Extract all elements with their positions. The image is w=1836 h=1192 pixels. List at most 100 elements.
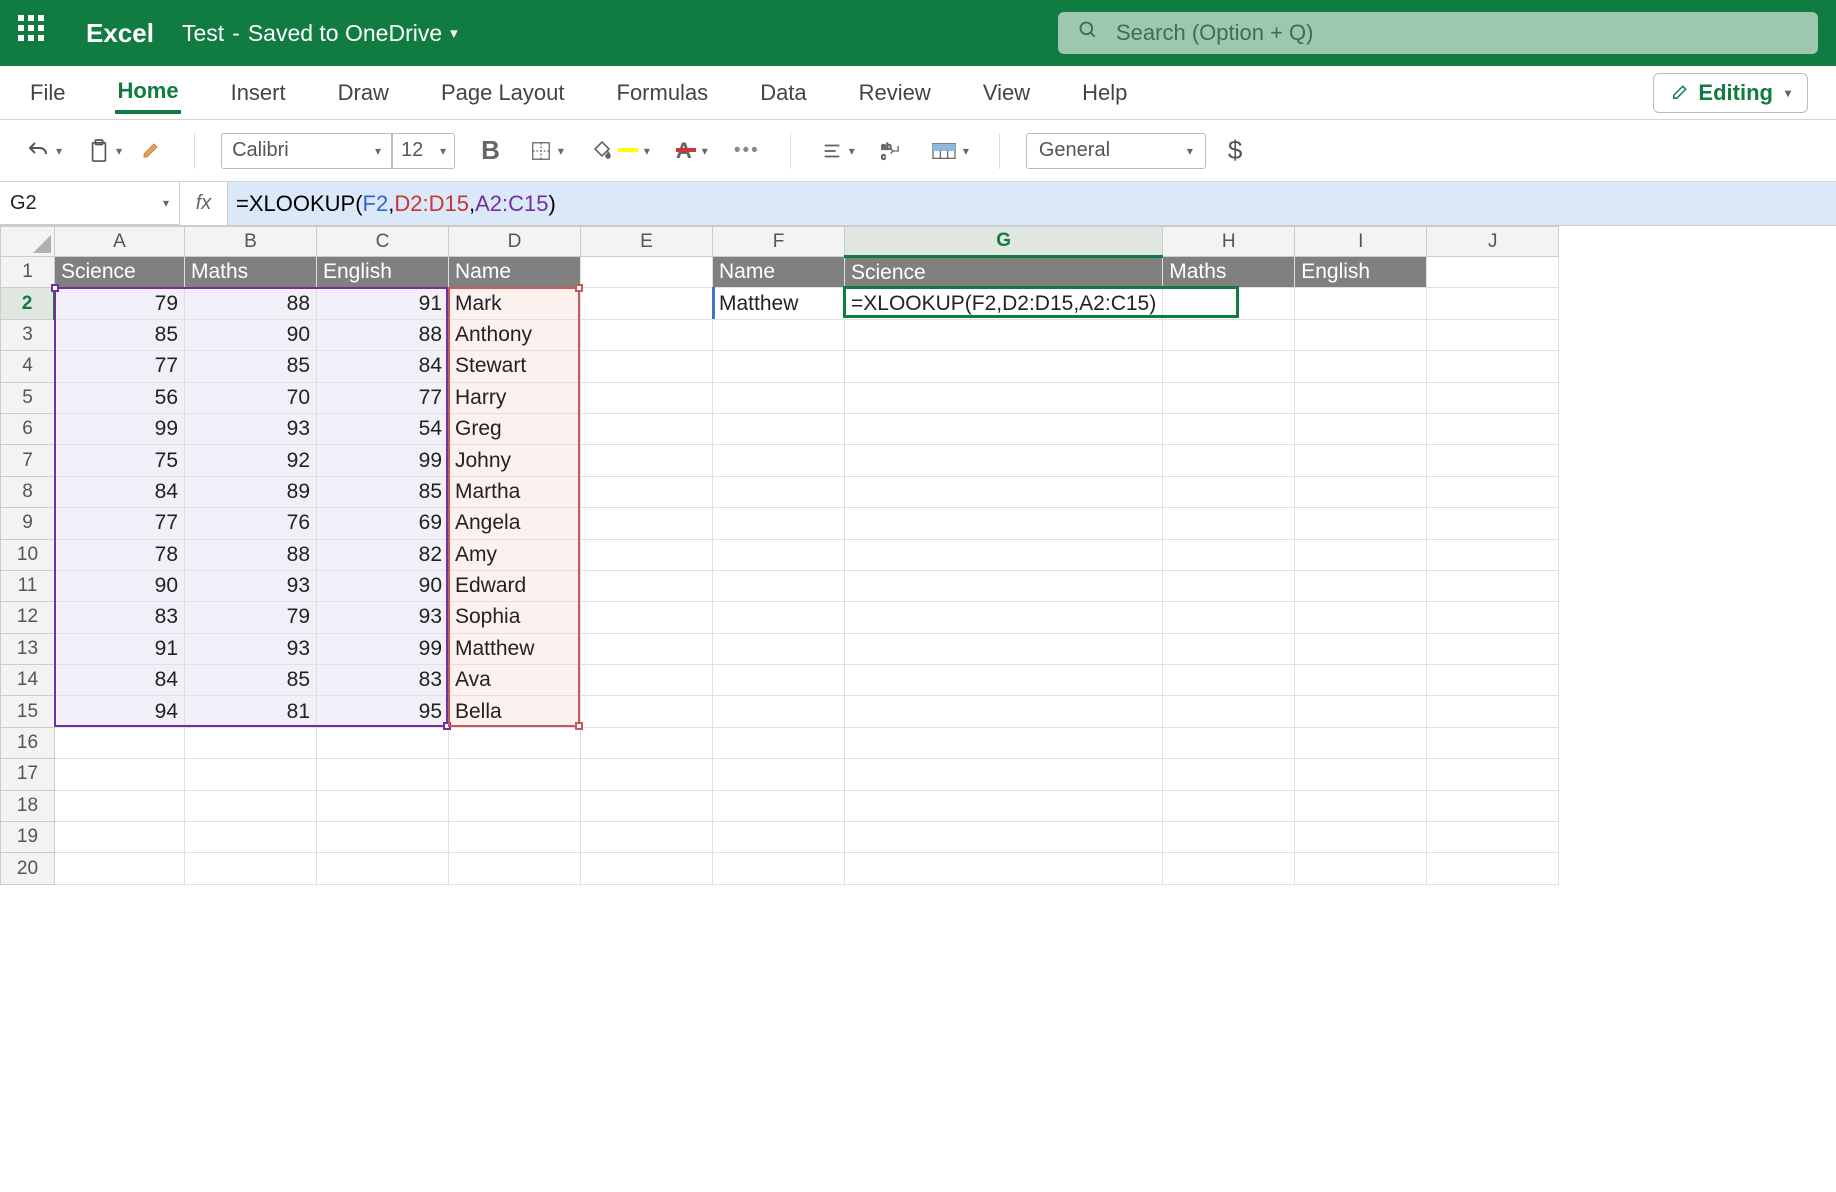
row-header-3[interactable]: 3	[1, 319, 55, 350]
cell-I10[interactable]	[1295, 539, 1427, 570]
cell-H10[interactable]	[1163, 539, 1295, 570]
cell-C18[interactable]	[317, 790, 449, 821]
cell-J11[interactable]	[1427, 570, 1559, 601]
cell-B8[interactable]: 89	[185, 476, 317, 507]
cell-I16[interactable]	[1295, 727, 1427, 758]
cell-C16[interactable]	[317, 727, 449, 758]
cell-B20[interactable]	[185, 853, 317, 884]
cell-H15[interactable]	[1163, 696, 1295, 727]
cell-B12[interactable]: 79	[185, 602, 317, 633]
cell-I7[interactable]	[1295, 445, 1427, 476]
cell-J13[interactable]	[1427, 633, 1559, 664]
cell-I15[interactable]	[1295, 696, 1427, 727]
row-header-1[interactable]: 1	[1, 257, 55, 288]
number-format-select[interactable]: General▾	[1026, 133, 1206, 169]
cell-J8[interactable]	[1427, 476, 1559, 507]
cell-D2[interactable]: Mark	[449, 288, 581, 319]
document-title[interactable]: Test - Saved to OneDrive ▾	[182, 20, 458, 47]
cell-D12[interactable]: Sophia	[449, 602, 581, 633]
format-painter-button[interactable]	[136, 137, 168, 165]
cell-E14[interactable]	[581, 665, 713, 696]
cell-H9[interactable]	[1163, 508, 1295, 539]
fx-icon[interactable]: fx	[180, 182, 228, 225]
column-header-H[interactable]: H	[1163, 227, 1295, 257]
cell-G17[interactable]	[845, 759, 1163, 790]
cell-B1[interactable]: Maths	[185, 257, 317, 288]
cell-B6[interactable]: 93	[185, 413, 317, 444]
tab-insert[interactable]: Insert	[229, 74, 288, 112]
cell-H13[interactable]	[1163, 633, 1295, 664]
cell-I6[interactable]	[1295, 413, 1427, 444]
cell-B4[interactable]: 85	[185, 351, 317, 382]
cell-D15[interactable]: Bella	[449, 696, 581, 727]
cell-B2[interactable]: 88	[185, 288, 317, 319]
column-header-D[interactable]: D	[449, 227, 581, 257]
cell-C14[interactable]: 83	[317, 665, 449, 696]
cell-J2[interactable]	[1427, 288, 1559, 319]
cell-D13[interactable]: Matthew	[449, 633, 581, 664]
tab-file[interactable]: File	[28, 74, 67, 112]
cell-F11[interactable]	[713, 570, 845, 601]
cell-D16[interactable]	[449, 727, 581, 758]
cell-J14[interactable]	[1427, 665, 1559, 696]
cell-F4[interactable]	[713, 351, 845, 382]
cell-F1[interactable]: Name	[713, 257, 845, 288]
cell-C5[interactable]: 77	[317, 382, 449, 413]
cell-G13[interactable]	[845, 633, 1163, 664]
cell-F7[interactable]	[713, 445, 845, 476]
cell-E8[interactable]	[581, 476, 713, 507]
row-header-11[interactable]: 11	[1, 570, 55, 601]
cell-I2[interactable]	[1295, 288, 1427, 319]
cell-H8[interactable]	[1163, 476, 1295, 507]
cell-J17[interactable]	[1427, 759, 1559, 790]
tab-home[interactable]: Home	[115, 72, 180, 114]
cell-G11[interactable]	[845, 570, 1163, 601]
cell-A1[interactable]: Science	[55, 257, 185, 288]
cell-E11[interactable]	[581, 570, 713, 601]
cell-I17[interactable]	[1295, 759, 1427, 790]
cell-F6[interactable]	[713, 413, 845, 444]
cell-A16[interactable]	[55, 727, 185, 758]
cell-F5[interactable]	[713, 382, 845, 413]
row-header-17[interactable]: 17	[1, 759, 55, 790]
cell-D8[interactable]: Martha	[449, 476, 581, 507]
row-header-10[interactable]: 10	[1, 539, 55, 570]
cell-H11[interactable]	[1163, 570, 1295, 601]
cell-E16[interactable]	[581, 727, 713, 758]
cell-J12[interactable]	[1427, 602, 1559, 633]
cell-D20[interactable]	[449, 853, 581, 884]
cell-E10[interactable]	[581, 539, 713, 570]
cell-I12[interactable]	[1295, 602, 1427, 633]
cell-C17[interactable]	[317, 759, 449, 790]
cell-A15[interactable]: 94	[55, 696, 185, 727]
cell-J10[interactable]	[1427, 539, 1559, 570]
cell-B14[interactable]: 85	[185, 665, 317, 696]
cell-A8[interactable]: 84	[55, 476, 185, 507]
cell-C13[interactable]: 99	[317, 633, 449, 664]
cell-D19[interactable]	[449, 822, 581, 853]
cell-C4[interactable]: 84	[317, 351, 449, 382]
cell-H14[interactable]	[1163, 665, 1295, 696]
cell-E17[interactable]	[581, 759, 713, 790]
cell-F18[interactable]	[713, 790, 845, 821]
select-all-corner[interactable]	[1, 227, 55, 257]
row-header-18[interactable]: 18	[1, 790, 55, 821]
cell-C10[interactable]: 82	[317, 539, 449, 570]
cell-G7[interactable]	[845, 445, 1163, 476]
cell-E7[interactable]	[581, 445, 713, 476]
cell-I18[interactable]	[1295, 790, 1427, 821]
tab-data[interactable]: Data	[758, 74, 808, 112]
row-header-4[interactable]: 4	[1, 351, 55, 382]
cell-D18[interactable]	[449, 790, 581, 821]
cell-C11[interactable]: 90	[317, 570, 449, 601]
cell-A18[interactable]	[55, 790, 185, 821]
cell-H4[interactable]	[1163, 351, 1295, 382]
cell-G6[interactable]	[845, 413, 1163, 444]
cell-F16[interactable]	[713, 727, 845, 758]
cell-I5[interactable]	[1295, 382, 1427, 413]
cell-I11[interactable]	[1295, 570, 1427, 601]
cell-E2[interactable]	[581, 288, 713, 319]
cell-J20[interactable]	[1427, 853, 1559, 884]
cell-D1[interactable]: Name	[449, 257, 581, 288]
cell-E6[interactable]	[581, 413, 713, 444]
